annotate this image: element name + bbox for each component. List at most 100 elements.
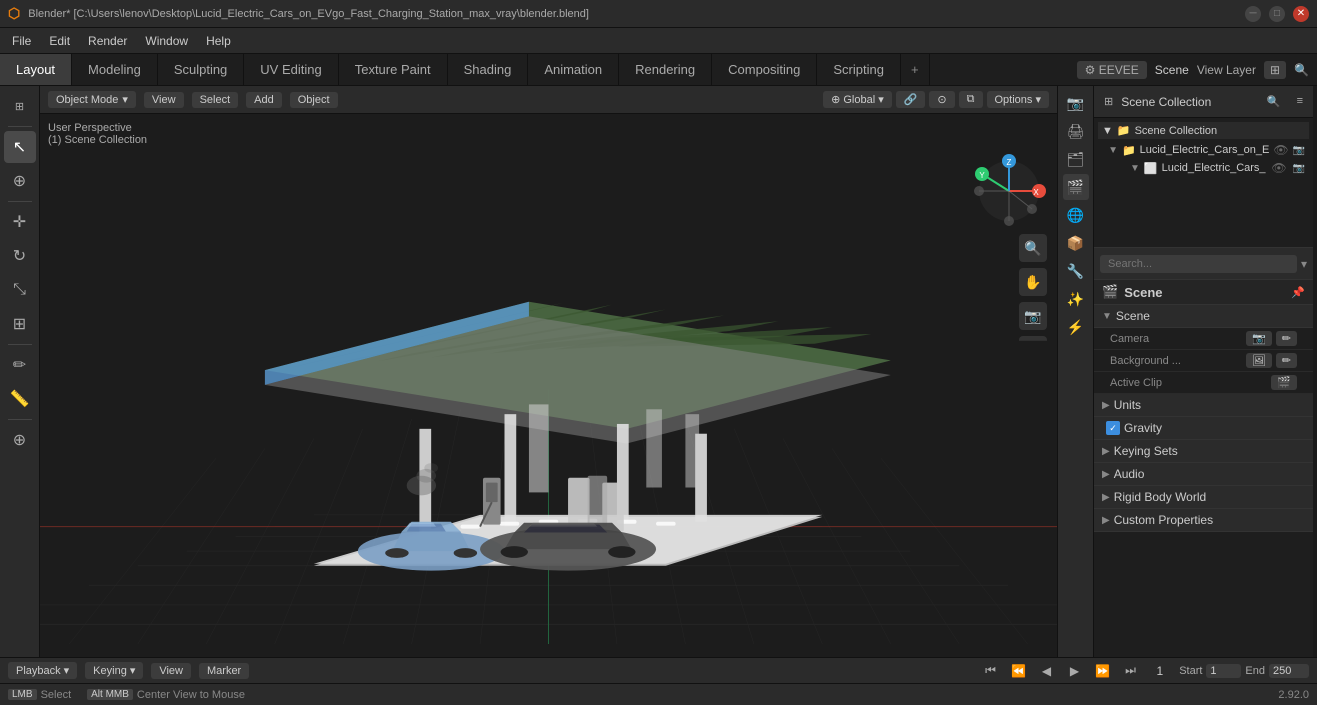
camera-edit[interactable]: ✏ xyxy=(1276,331,1297,346)
object-properties-tab[interactable]: 📦 xyxy=(1063,230,1089,256)
background-edit[interactable]: ✏ xyxy=(1276,353,1297,368)
view-layer-label: View Layer xyxy=(1197,63,1256,77)
world-properties-tab[interactable]: 🌐 xyxy=(1063,202,1089,228)
snap-controls[interactable]: 🔗 xyxy=(896,91,926,108)
audio-label: Audio xyxy=(1114,467,1145,481)
clip-picker[interactable]: 🎬 xyxy=(1271,375,1297,390)
maximize-button[interactable]: □ xyxy=(1269,6,1285,22)
transform-tool[interactable]: ⊞ xyxy=(4,308,36,340)
viewport: Object Mode ▾ View Select Add Object ⊕ G… xyxy=(40,86,1057,657)
tab-texture-paint[interactable]: Texture Paint xyxy=(339,54,448,85)
item-0-visibility[interactable]: 👁 xyxy=(1273,143,1288,157)
object-menu[interactable]: Object xyxy=(290,92,338,108)
view-menu-timeline[interactable]: View xyxy=(151,663,191,679)
measure-tool[interactable]: 📏 xyxy=(4,383,36,415)
cursor-tool[interactable]: ⊕ xyxy=(4,165,36,197)
select-menu[interactable]: Select xyxy=(192,92,239,108)
filter-button[interactable]: 🔍 xyxy=(1261,93,1287,110)
menu-edit[interactable]: Edit xyxy=(41,32,78,50)
outliner-item-1[interactable]: ▼ ⬜ Lucid_Electric_Cars_ 👁 📷 xyxy=(1098,159,1309,177)
tab-modeling[interactable]: Modeling xyxy=(72,54,158,85)
tab-animation[interactable]: Animation xyxy=(528,54,619,85)
playback-menu[interactable]: Playback▾ xyxy=(8,662,77,679)
end-frame-input[interactable] xyxy=(1269,664,1309,678)
view-layer-properties-tab[interactable]: 🗂 xyxy=(1063,146,1089,172)
transform-global[interactable]: ⊕ Global ▾ xyxy=(823,91,892,108)
tab-layout[interactable]: Layout xyxy=(0,54,72,85)
marker-menu[interactable]: Marker xyxy=(199,663,249,679)
add-workspace-button[interactable]: + xyxy=(901,54,930,85)
overlay-toggle[interactable]: ⧉ xyxy=(959,91,983,108)
keying-menu[interactable]: Keying▾ xyxy=(85,662,143,679)
scene-label: Scene xyxy=(1155,63,1189,77)
modifier-properties-tab[interactable]: 🔧 xyxy=(1063,258,1089,284)
background-picker[interactable]: 🖼 xyxy=(1246,353,1272,368)
jump-end-button[interactable]: ⏭ xyxy=(1121,661,1141,681)
play-back-button[interactable]: ◀ xyxy=(1037,661,1057,681)
proportional-edit[interactable]: ⊙ xyxy=(929,91,954,108)
properties-search-input[interactable] xyxy=(1100,255,1297,273)
custom-props-section-header[interactable]: ▶ Custom Properties xyxy=(1094,509,1313,532)
scene-properties-tab[interactable]: 🎬 xyxy=(1063,174,1089,200)
move-tool[interactable]: ✛ xyxy=(4,206,36,238)
play-button[interactable]: ▶ xyxy=(1065,661,1085,681)
view-menu[interactable]: View xyxy=(144,92,184,108)
object-mode-selector[interactable]: Object Mode ▾ xyxy=(48,91,136,108)
camera-picker[interactable]: 📷 xyxy=(1246,331,1272,346)
add-menu[interactable]: Add xyxy=(246,92,282,108)
keying-sets-section-header[interactable]: ▶ Keying Sets xyxy=(1094,440,1313,463)
tab-scripting[interactable]: Scripting xyxy=(817,54,901,85)
output-properties-tab[interactable]: 🖨 xyxy=(1063,118,1089,144)
minimize-button[interactable]: ─ xyxy=(1245,6,1261,22)
particle-properties-tab[interactable]: ✨ xyxy=(1063,286,1089,312)
scene-section-header[interactable]: ▼ Scene xyxy=(1094,305,1313,328)
jump-start-button[interactable]: ⏮ xyxy=(981,661,1001,681)
filter-icon[interactable]: 🔍 xyxy=(1294,63,1309,77)
item-1-visibility[interactable]: 👁 xyxy=(1271,161,1286,175)
options-button[interactable]: Options ▾ xyxy=(987,91,1050,108)
menu-file[interactable]: File xyxy=(4,32,39,50)
gravity-label: Gravity xyxy=(1124,421,1162,435)
tab-rendering[interactable]: Rendering xyxy=(619,54,712,85)
search-dropdown[interactable]: ▾ xyxy=(1301,257,1307,271)
scale-tool[interactable]: ⤡ xyxy=(4,274,36,306)
add-cube-tool[interactable]: ⊕ xyxy=(4,424,36,456)
prev-keyframe-button[interactable]: ⏪ xyxy=(1009,661,1029,681)
outliner-filter[interactable]: ≡ xyxy=(1291,93,1309,110)
item-1-render-vis[interactable]: 📷 xyxy=(1293,163,1305,174)
render-properties-tab[interactable]: 📷 xyxy=(1063,90,1089,116)
units-section-header[interactable]: ▶ Units xyxy=(1094,394,1313,417)
close-button[interactable]: ✕ xyxy=(1293,6,1309,22)
gravity-section-header[interactable]: ✓ Gravity xyxy=(1094,417,1313,440)
tab-sculpting[interactable]: Sculpting xyxy=(158,54,244,85)
outliner-options[interactable]: ⊞ xyxy=(1098,93,1119,110)
menu-help[interactable]: Help xyxy=(198,32,239,50)
rotate-tool[interactable]: ↻ xyxy=(4,240,36,272)
physics-properties-tab[interactable]: ⚡ xyxy=(1063,314,1089,340)
view-layer-options[interactable]: ⊞ xyxy=(1264,61,1286,79)
engine-selector[interactable]: ⚙ EEVEE xyxy=(1077,61,1147,79)
rigid-body-section-header[interactable]: ▶ Rigid Body World xyxy=(1094,486,1313,509)
next-keyframe-button[interactable]: ⏩ xyxy=(1093,661,1113,681)
pin-icon[interactable]: 📌 xyxy=(1291,286,1305,299)
mode-selector[interactable]: ⊞ xyxy=(4,90,36,122)
tab-compositing[interactable]: Compositing xyxy=(712,54,817,85)
gravity-checkbox[interactable]: ✓ xyxy=(1106,421,1120,435)
toolbar-separator-3 xyxy=(8,344,32,345)
item-0-render-vis[interactable]: 📷 xyxy=(1293,145,1305,156)
start-frame-input[interactable] xyxy=(1206,664,1241,678)
menu-window[interactable]: Window xyxy=(137,32,196,50)
start-frame-area: Start End xyxy=(1179,664,1309,678)
annotate-tool[interactable]: ✏ xyxy=(4,349,36,381)
item-0-chevron: ▼ xyxy=(1108,145,1118,156)
outliner-collection-root[interactable]: ▼ 📁 Scene Collection xyxy=(1098,122,1309,139)
units-chevron: ▶ xyxy=(1102,400,1110,411)
menu-render[interactable]: Render xyxy=(80,32,135,50)
select-tool[interactable]: ↖ xyxy=(4,131,36,163)
tab-shading[interactable]: Shading xyxy=(448,54,529,85)
tab-uv-editing[interactable]: UV Editing xyxy=(244,54,338,85)
audio-section-header[interactable]: ▶ Audio xyxy=(1094,463,1313,486)
viewport-3d[interactable]: User Perspective (1) Scene Collection X … xyxy=(40,114,1057,657)
outliner-item-0[interactable]: ▼ 📁 Lucid_Electric_Cars_on_E 👁 📷 xyxy=(1098,141,1309,159)
outliner-controls: 🔍 ≡ xyxy=(1261,93,1309,110)
